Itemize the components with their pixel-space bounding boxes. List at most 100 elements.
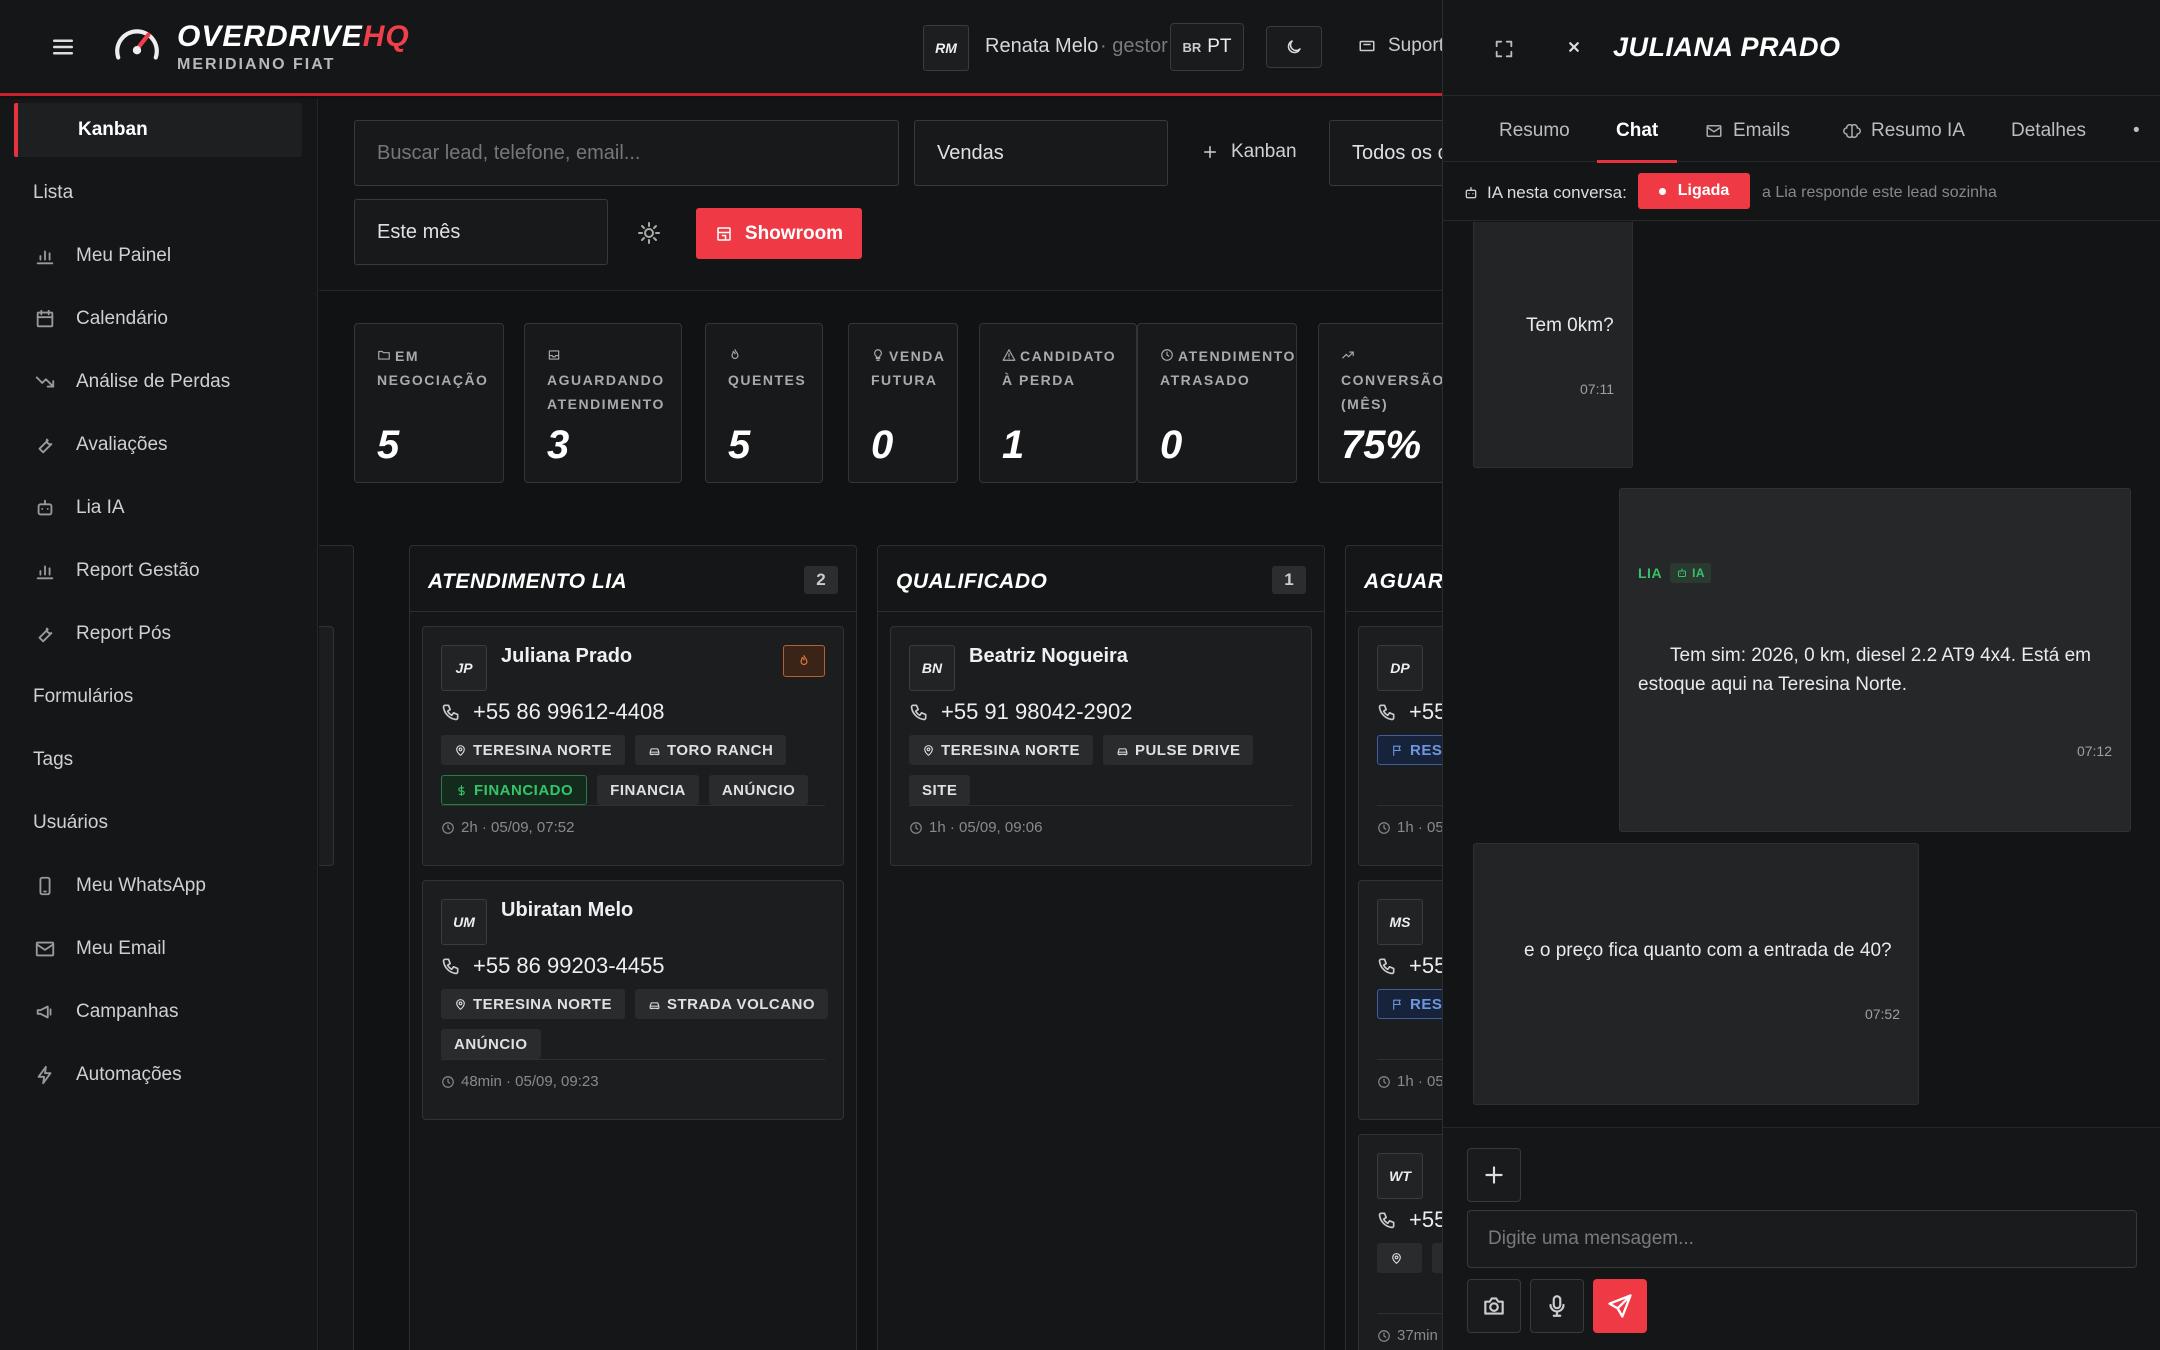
lead-phone[interactable]: +55 bbox=[1377, 699, 1442, 725]
sidebar-item-11[interactable]: Usuários bbox=[14, 796, 302, 850]
microphone-button[interactable] bbox=[1530, 1279, 1584, 1333]
lead-phone[interactable]: +55 86 99203-4455 bbox=[441, 953, 664, 979]
sidebar-item-8[interactable]: Report Pós bbox=[14, 607, 302, 661]
sidebar-item-13[interactable]: Meu Email bbox=[14, 922, 302, 976]
support-button[interactable]: Suporte bbox=[1358, 35, 1455, 57]
tag-list: RESPFAST bbox=[1377, 735, 1442, 765]
sidebar-item-3[interactable]: Calendário bbox=[14, 292, 302, 346]
tab-detalhes[interactable]: Detalhes bbox=[2011, 120, 2086, 142]
sidebar-item-label: Meu Email bbox=[76, 938, 166, 959]
lead-timestamp: 48min · 05/09, 09:23 bbox=[441, 1073, 599, 1090]
lead-tag[interactable]: STRADA VOLCANO bbox=[634, 989, 829, 1019]
sidebar-item-10[interactable]: Tags bbox=[14, 733, 302, 787]
stat-card-1[interactable]: AGUARDANDO ATENDIMENTO 3 bbox=[524, 323, 682, 483]
camera-button[interactable] bbox=[1467, 1279, 1521, 1333]
stat-card-6[interactable]: CONVERSÃO (MÊS) 75% bbox=[1318, 323, 1442, 483]
stat-value: 0 bbox=[1160, 423, 1183, 467]
brand-main: OVERDRIVE bbox=[177, 20, 363, 53]
kanban-card[interactable]: DP +55 RESPFAST 1h · 05 bbox=[1358, 626, 1442, 866]
lead-tag[interactable]: FINANCIADO bbox=[441, 775, 588, 805]
pipeline-select[interactable]: Vendas bbox=[914, 120, 1168, 186]
lead-avatar: BN bbox=[909, 645, 955, 691]
lead-tag[interactable] bbox=[1377, 1243, 1422, 1273]
kanban-card[interactable]: BN Beatriz Nogueira +55 91 98042-2902 TERES… bbox=[890, 626, 1312, 866]
stat-card-2[interactable]: QUENTES 5 bbox=[705, 323, 823, 483]
pin-icon bbox=[454, 744, 467, 757]
language-button[interactable]: BR PT bbox=[1170, 23, 1244, 71]
user-avatar[interactable]: RM bbox=[923, 25, 969, 71]
lead-tag[interactable]: RESP bbox=[1377, 735, 1442, 765]
owner-filter-select[interactable]: Todos os c bbox=[1329, 120, 1442, 186]
flag-icon: BR bbox=[1182, 39, 1202, 55]
bulb-icon bbox=[871, 348, 885, 362]
sidebar-item-5[interactable]: Avaliações bbox=[14, 418, 302, 472]
stat-label-line1: CONVERSÃO bbox=[1341, 372, 1442, 388]
lead-phone[interactable]: +55 91 98042-2902 bbox=[909, 699, 1132, 725]
message-input[interactable] bbox=[1467, 1210, 2137, 1268]
lead-tag[interactable]: ANÚNCIO bbox=[441, 1029, 541, 1059]
stat-card-0[interactable]: EM NEGOCIAÇÃO 5 bbox=[354, 323, 504, 483]
chat-messages[interactable]: Tem 0km? 07:11 LIA IA Tem sim: 2026, 0 km, d… bbox=[1443, 222, 2160, 1127]
stat-card-5[interactable]: ATENDIMENTO ATRASADO 0 bbox=[1137, 323, 1297, 483]
lead-tag[interactable]: TERESINA NORTE bbox=[441, 735, 625, 765]
search-input[interactable]: Buscar lead, telefone, email... bbox=[354, 120, 899, 186]
add-kanban-button[interactable]: Kanban bbox=[1201, 141, 1297, 163]
tab-label: Chat bbox=[1616, 120, 1659, 141]
sidebar-item-15[interactable]: Automações bbox=[14, 1048, 302, 1102]
tab-resumo-ia[interactable]: Resumo IA bbox=[1843, 120, 1965, 142]
sidebar-item-2[interactable]: Meu Painel bbox=[14, 229, 302, 283]
sidebar-item-6[interactable]: Lia IA bbox=[14, 481, 302, 535]
lead-tag[interactable]: TERESINA NORTE bbox=[909, 735, 1093, 765]
kanban-card[interactable]: JP Juliana Prado +55 86 99612-4408 TERESINA… bbox=[422, 626, 844, 866]
phone-icon bbox=[1377, 1210, 1397, 1230]
sun-settings-icon[interactable] bbox=[637, 221, 661, 245]
ai-toggle-button[interactable]: Ligada bbox=[1638, 173, 1750, 209]
lead-tag[interactable]: ANÚNCIO bbox=[708, 775, 809, 805]
lead-phone[interactable]: +55 86 99612-4408 bbox=[441, 699, 664, 725]
ai-description: a Lia responde este lead sozinha bbox=[1762, 184, 1997, 201]
card-divider bbox=[909, 805, 1293, 806]
lead-tag[interactable]: ARGO bbox=[1432, 1243, 1442, 1273]
hamburger-menu-icon[interactable] bbox=[48, 32, 78, 62]
clock-icon bbox=[909, 821, 923, 835]
lead-phone[interactable]: +55 bbox=[1377, 953, 1442, 979]
showroom-button[interactable]: Showroom bbox=[696, 208, 862, 259]
stat-card-4[interactable]: CANDIDATO À PERDA 1 bbox=[979, 323, 1137, 483]
sidebar-item-label: Formulários bbox=[33, 686, 134, 707]
kanban-card[interactable]: MS +55 RESPTORO 1h · 05 bbox=[1358, 880, 1442, 1120]
sidebar-item-4[interactable]: Análise de Perdas bbox=[14, 355, 302, 409]
sidebar-item-9[interactable]: Formulários bbox=[14, 670, 302, 724]
lead-phone[interactable]: +55 bbox=[1377, 1207, 1442, 1233]
theme-toggle-button[interactable] bbox=[1266, 26, 1322, 68]
lead-tag[interactable]: TORO RANCH bbox=[634, 735, 787, 765]
kanban-card[interactable]: WT +55 ARGO 37min bbox=[1358, 1134, 1442, 1350]
expand-icon[interactable] bbox=[1493, 38, 1515, 60]
period-select[interactable]: Este mês bbox=[354, 199, 608, 265]
kanban-card-partial[interactable] bbox=[319, 626, 334, 866]
sidebar-item-12[interactable]: Meu WhatsApp bbox=[14, 859, 302, 913]
tab-chat[interactable]: Chat bbox=[1616, 120, 1658, 142]
sidebar-item-1[interactable]: Lista bbox=[14, 166, 302, 220]
stat-card-3[interactable]: VENDA FUTURA 0 bbox=[848, 323, 958, 483]
attach-button[interactable] bbox=[1467, 1148, 1521, 1202]
lead-tag[interactable]: TERESINA NORTE bbox=[441, 989, 625, 1019]
sidebar-item-14[interactable]: Campanhas bbox=[14, 985, 302, 1039]
send-button[interactable] bbox=[1593, 1279, 1647, 1333]
lead-tag[interactable]: FINANCIA bbox=[597, 775, 699, 805]
clock-icon bbox=[1377, 1329, 1391, 1343]
lead-tag[interactable]: RESP bbox=[1377, 989, 1442, 1019]
sidebar-item-0[interactable]: Kanban bbox=[14, 103, 302, 157]
lead-tag[interactable]: PULSE DRIVE bbox=[1102, 735, 1254, 765]
kanban-card[interactable]: UM Ubiratan Melo +55 86 99203-4455 TERESINA… bbox=[422, 880, 844, 1120]
message-time: 07:11 bbox=[1580, 381, 1614, 397]
tab-emails[interactable]: Emails bbox=[1705, 120, 1790, 142]
hot-lead-badge[interactable] bbox=[783, 645, 825, 677]
lead-tag[interactable]: SITE bbox=[909, 775, 971, 805]
more-tabs-indicator[interactable]: • bbox=[2133, 120, 2140, 142]
tab-resumo[interactable]: Resumo bbox=[1499, 120, 1570, 142]
speedometer-logo-icon bbox=[112, 22, 162, 68]
close-icon[interactable] bbox=[1565, 38, 1583, 56]
sidebar-item-7[interactable]: Report Gestão bbox=[14, 544, 302, 598]
mail-icon bbox=[1705, 122, 1723, 140]
column-title: ATENDIMENTO LIA bbox=[428, 570, 628, 593]
